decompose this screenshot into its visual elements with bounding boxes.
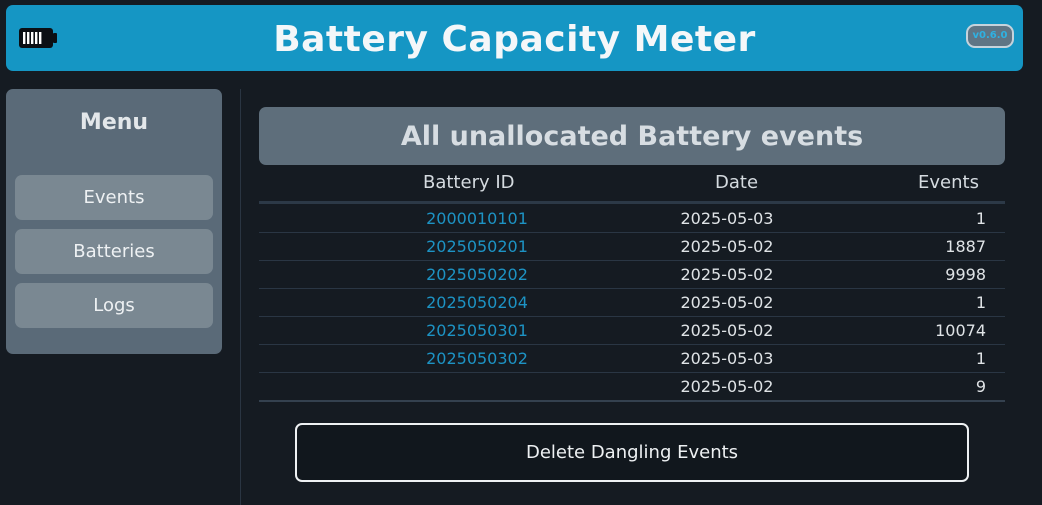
sidebar-divider bbox=[240, 89, 241, 505]
column-header-events: Events bbox=[918, 172, 979, 193]
app-root: Battery Capacity Meter v0.6.0 Menu Event… bbox=[0, 0, 1042, 505]
table-row: 2025050201 2025-05-02 1887 bbox=[259, 232, 1005, 261]
event-date: 2025-05-02 bbox=[680, 321, 774, 340]
table-row: 2000010101 2025-05-03 1 bbox=[259, 204, 1005, 233]
table-row: 2025050302 2025-05-03 1 bbox=[259, 344, 1005, 373]
event-date: 2025-05-02 bbox=[680, 237, 774, 256]
event-date: 2025-05-03 bbox=[680, 349, 774, 368]
column-header-date: Date bbox=[715, 172, 759, 193]
event-count: 1 bbox=[975, 349, 986, 368]
event-count: 9 bbox=[975, 377, 986, 396]
table-row: 2025050204 2025-05-02 1 bbox=[259, 288, 1005, 317]
app-header: Battery Capacity Meter v0.6.0 bbox=[6, 5, 1023, 71]
sidebar-item-batteries[interactable]: Batteries bbox=[15, 229, 213, 274]
event-date: 2025-05-02 bbox=[680, 377, 774, 396]
event-date: 2025-05-03 bbox=[680, 209, 774, 228]
column-header-battery-id: Battery ID bbox=[423, 172, 515, 193]
menu-title: Menu bbox=[79, 110, 149, 135]
sidebar-item-events[interactable]: Events bbox=[15, 175, 213, 220]
event-count: 1 bbox=[975, 293, 986, 312]
event-count: 10074 bbox=[935, 321, 986, 340]
app-title: Battery Capacity Meter bbox=[273, 19, 756, 60]
delete-dangling-events-button[interactable]: Delete Dangling Events bbox=[295, 423, 969, 482]
sidebar-menu: Menu Events Batteries Logs bbox=[6, 89, 222, 354]
table-row: 2025-05-02 9 bbox=[259, 372, 1005, 402]
table-row: 2025050202 2025-05-02 9998 bbox=[259, 260, 1005, 289]
sidebar-item-logs[interactable]: Logs bbox=[15, 283, 213, 328]
event-date: 2025-05-02 bbox=[680, 293, 774, 312]
event-count: 9998 bbox=[945, 265, 986, 284]
page-title: All unallocated Battery events bbox=[259, 107, 1005, 165]
event-count: 1887 bbox=[945, 237, 986, 256]
table-row: 2025050301 2025-05-02 10074 bbox=[259, 316, 1005, 345]
event-count: 1 bbox=[975, 209, 986, 228]
version-badge: v0.6.0 bbox=[966, 24, 1014, 48]
event-date: 2025-05-02 bbox=[680, 265, 774, 284]
